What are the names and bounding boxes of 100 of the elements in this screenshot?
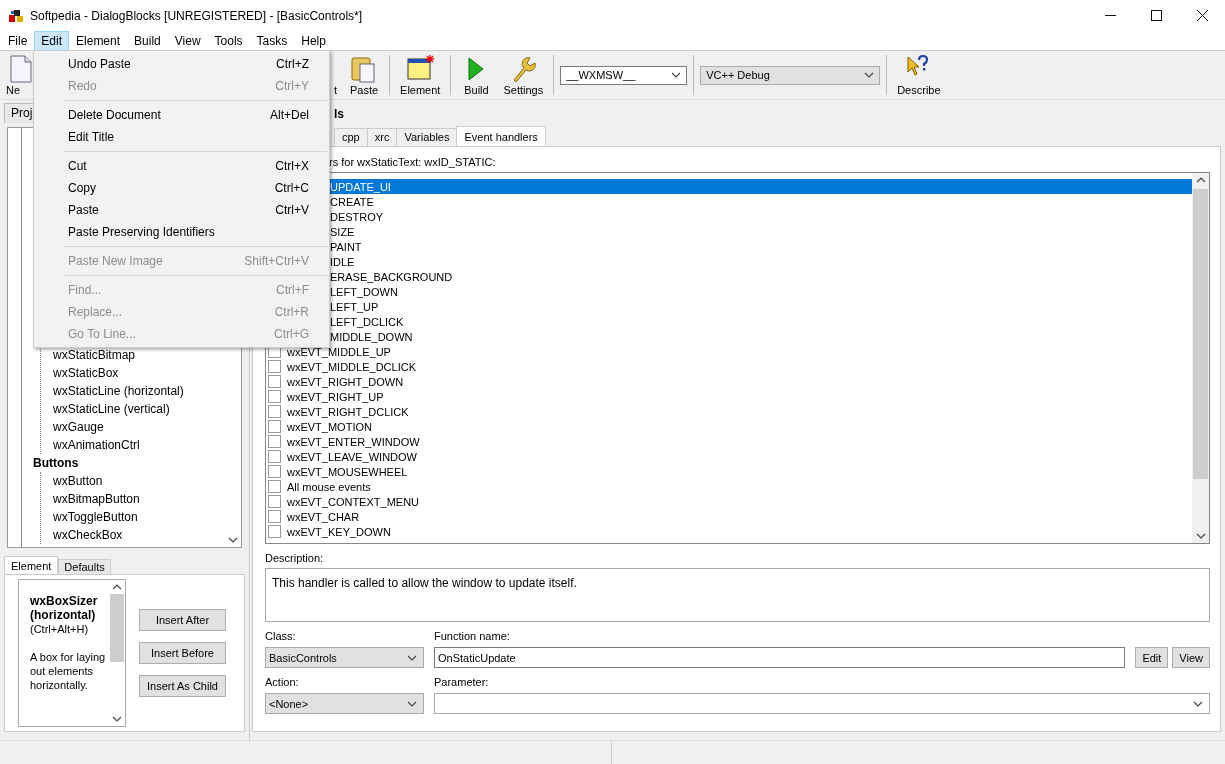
event-item[interactable]: wxEVT_ENTER_WINDOW (287, 435, 420, 448)
panel-tab[interactable]: Element (4, 556, 59, 574)
tree-item[interactable]: wxBitmapButton (53, 490, 241, 508)
tree-item[interactable]: wxStaticBox (53, 364, 241, 382)
event-item[interactable]: MIDDLE_DOWN (330, 330, 413, 343)
tree-item[interactable]: wxCheckBox (53, 526, 241, 544)
shortcut-text: (Ctrl+Alt+H) (30, 622, 90, 636)
menu-item[interactable]: Tasks (249, 30, 295, 51)
menu-item[interactable]: View (167, 30, 208, 51)
field-label: Parameter: (434, 676, 490, 690)
checkbox[interactable] (268, 480, 281, 493)
field-label: Action: (265, 676, 300, 690)
checkbox[interactable] (268, 525, 281, 538)
element-description: A box for laying out elements horizontally. (30, 650, 107, 692)
insert-button[interactable]: Insert After (139, 609, 226, 631)
function-button[interactable]: View (1172, 647, 1210, 668)
menu-entry[interactable]: Cut Ctrl+X (34, 155, 329, 177)
toolbar-button[interactable]: Describe (891, 52, 947, 98)
checkbox[interactable] (268, 405, 281, 418)
chevron-down-icon (407, 654, 417, 661)
menu-item[interactable]: Build (127, 30, 168, 51)
window-title: Softpedia - DialogBlocks [UNREGISTERED] - [BasicControls*] (30, 8, 363, 23)
menu-item[interactable]: File (1, 30, 35, 51)
menu-item[interactable]: Help (294, 30, 333, 51)
event-item[interactable]: UPDATE_UI (330, 180, 391, 193)
panel-tab[interactable]: Defaults (58, 559, 111, 574)
tree-item[interactable]: wxStaticLine (vertical) (53, 400, 241, 418)
menu-entry[interactable]: Paste Preserving Identifiers (34, 221, 329, 243)
description-text: This handler is called to allow the window to update itself. (272, 576, 577, 590)
document-title: ls (334, 107, 344, 123)
scroll-up-icon (1195, 177, 1206, 183)
dropdown[interactable] (434, 693, 1210, 714)
event-item[interactable]: wxEVT_RIGHT_DCLICK (287, 405, 409, 418)
checkbox[interactable] (268, 390, 281, 403)
toolbar-button[interactable]: Element (394, 52, 447, 98)
tree-item[interactable]: wxToggleButton (53, 508, 241, 526)
field-label: Class: (265, 630, 297, 644)
event-item[interactable]: ERASE_BACKGROUND (330, 270, 453, 283)
event-item[interactable]: wxEVT_CHAR (287, 510, 360, 523)
checkbox[interactable] (268, 360, 281, 373)
event-item[interactable]: wxEVT_MOUSEWHEEL (287, 465, 408, 478)
menu-entry[interactable]: Paste Ctrl+V (34, 199, 329, 221)
menu-item[interactable]: Edit (34, 30, 70, 51)
toolbar-button[interactable]: Build (455, 52, 498, 98)
function-button[interactable]: Edit (1135, 647, 1169, 668)
input-field[interactable]: OnStaticUpdate (434, 647, 1126, 668)
tree-item[interactable]: wxButton (53, 472, 241, 490)
insert-button[interactable]: Insert Before (139, 642, 226, 664)
checkbox[interactable] (268, 510, 281, 523)
event-item[interactable]: wxEVT_RIGHT_UP (287, 390, 384, 403)
event-item[interactable]: wxEVT_CONTEXT_MENU (287, 495, 420, 508)
event-item[interactable]: wxEVT_KEY_DOWN (287, 525, 391, 538)
event-item[interactable]: PAINT (330, 240, 362, 253)
tree-category[interactable]: Buttons (33, 454, 241, 472)
menu-entry[interactable]: Copy Ctrl+C (34, 177, 329, 199)
menu-entry[interactable]: Edit Title (34, 126, 329, 148)
menu-item[interactable]: Tools (207, 30, 250, 51)
app-icon (8, 8, 24, 23)
event-item[interactable]: wxEVT_LEAVE_WINDOW (287, 450, 417, 463)
event-item[interactable]: wxEVT_MIDDLE_DCLICK (287, 360, 416, 373)
event-item[interactable]: DESTROY (330, 210, 384, 223)
toolbar-button[interactable]: Paste (343, 52, 386, 98)
config-dropdown[interactable]: __WXMSW__ (560, 65, 688, 85)
event-item[interactable]: SIZE (330, 225, 355, 238)
tree-item[interactable]: wxAnimationCtrl (53, 436, 241, 454)
event-item[interactable]: All mouse events (287, 480, 371, 493)
toolbar-button[interactable]: t (328, 52, 344, 98)
event-item[interactable]: wxEVT_MIDDLE_UP (287, 345, 391, 358)
checkbox[interactable] (268, 465, 281, 478)
event-item[interactable]: wxEVT_RIGHT_DOWN (287, 375, 404, 388)
scroll-down-icon (228, 537, 238, 543)
event-item[interactable]: IDLE (330, 255, 355, 268)
checkbox[interactable] (268, 450, 281, 463)
event-item[interactable]: LEFT_DOWN (330, 285, 398, 298)
menu-item[interactable]: Element (69, 30, 128, 51)
element-name: wxBoxSizer (horizontal) (30, 594, 99, 622)
tree-item[interactable]: wxStaticBitmap (53, 346, 241, 364)
checkbox[interactable] (268, 420, 281, 433)
editor-tab[interactable]: Event handlers (456, 126, 546, 146)
dropdown[interactable]: <None> (265, 693, 424, 714)
editor-tab[interactable]: cpp (334, 128, 368, 146)
scrollbar[interactable] (1192, 173, 1209, 543)
event-item[interactable]: wxEVT_MOTION (287, 420, 372, 433)
chevron-down-icon (864, 72, 875, 78)
event-item[interactable]: LEFT_DCLICK (330, 315, 404, 328)
close-icon (1196, 9, 1208, 21)
dropdown[interactable]: BasicControls (265, 647, 424, 668)
checkbox[interactable] (268, 435, 281, 448)
scroll-down-icon (112, 716, 122, 722)
event-item[interactable]: LEFT_UP (330, 300, 379, 313)
toolbar-button[interactable]: Ne (4, 52, 32, 98)
toolbar-button[interactable]: Settings (497, 52, 550, 98)
tree-item[interactable]: wxGauge (53, 418, 241, 436)
menu-entry[interactable]: Undo Paste Ctrl+Z (34, 53, 329, 75)
tree-item[interactable]: wxStaticLine (horizontal) (53, 382, 241, 400)
checkbox[interactable] (268, 375, 281, 388)
event-item[interactable]: CREATE (330, 195, 374, 208)
chevron-down-icon (671, 72, 682, 78)
insert-button[interactable]: Insert As Child (139, 675, 226, 697)
checkbox[interactable] (268, 495, 281, 508)
